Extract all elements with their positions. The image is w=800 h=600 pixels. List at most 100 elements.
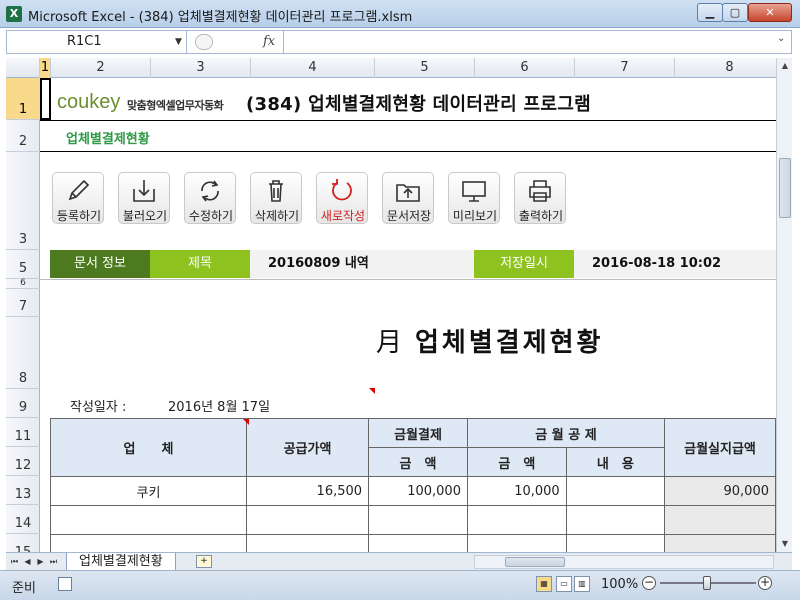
- save-document-button[interactable]: 문서저장: [382, 172, 434, 224]
- comment-indicator-icon[interactable]: [243, 419, 249, 425]
- cell-empty[interactable]: [565, 534, 666, 552]
- maximize-button[interactable]: ▢: [722, 3, 748, 22]
- row-header[interactable]: 1: [6, 78, 40, 120]
- insert-sheet-icon[interactable]: +: [196, 555, 212, 568]
- zoom-level[interactable]: 100%: [601, 577, 638, 592]
- sheet-tab[interactable]: 업체별결제현황: [66, 553, 176, 571]
- column-header[interactable]: 6: [475, 58, 575, 78]
- worksheet[interactable]: 1 2 3 4 5 6 7 8 1 2 3 5 6 7 8 9 11 12 13…: [6, 58, 776, 552]
- cell-deduction-content[interactable]: [565, 476, 666, 506]
- new-document-button[interactable]: 새로작성: [316, 172, 368, 224]
- vertical-scroll-thumb[interactable]: [779, 158, 791, 218]
- logo-tagline: 맞춤형엑셀업무자동화: [127, 99, 224, 112]
- comment-indicator-icon[interactable]: [369, 388, 375, 394]
- normal-view-icon[interactable]: ▦: [536, 576, 552, 592]
- cell-empty[interactable]: [466, 534, 567, 552]
- excel-app-icon[interactable]: X: [6, 6, 22, 22]
- preview-button[interactable]: 미리보기: [448, 172, 500, 224]
- cell-deduction-amount[interactable]: 10,000: [466, 476, 567, 506]
- first-sheet-icon[interactable]: ⏮: [8, 553, 21, 571]
- load-button[interactable]: 불러오기: [118, 172, 170, 224]
- save-document-label: 문서저장: [386, 209, 432, 223]
- last-sheet-icon[interactable]: ⏭: [47, 553, 60, 571]
- cell-empty[interactable]: [245, 505, 370, 535]
- print-button[interactable]: 출력하기: [514, 172, 566, 224]
- payment-table: 업 체 공급가액 금월결제 금 월 공 제 금월실지급액 금 액 금 액 내 용…: [50, 418, 776, 552]
- header-supply-amount: 공급가액: [245, 418, 370, 477]
- vertical-scrollbar[interactable]: ▲ ▼: [776, 58, 792, 552]
- logo-brand: cou: [57, 91, 90, 113]
- scroll-down-icon[interactable]: ▼: [777, 536, 793, 552]
- formula-options-icon[interactable]: [195, 34, 213, 50]
- row-header[interactable]: 13: [6, 476, 40, 505]
- row-header[interactable]: 11: [6, 418, 40, 447]
- column-header[interactable]: 4: [251, 58, 375, 78]
- register-button[interactable]: 등록하기: [52, 172, 104, 224]
- column-header[interactable]: 7: [575, 58, 675, 78]
- cell-empty[interactable]: [565, 505, 666, 535]
- select-all-corner[interactable]: [6, 58, 40, 78]
- cell-empty[interactable]: [368, 534, 468, 552]
- zoom-out-icon[interactable]: −: [642, 576, 656, 590]
- row-header[interactable]: 9: [6, 389, 40, 418]
- horizontal-scrollbar[interactable]: [474, 555, 774, 569]
- cell-empty[interactable]: [466, 505, 567, 535]
- page-layout-view-icon[interactable]: ▭: [556, 576, 572, 592]
- edit-button[interactable]: 수정하기: [184, 172, 236, 224]
- prev-sheet-icon[interactable]: ◀: [21, 553, 34, 571]
- column-header[interactable]: 3: [151, 58, 251, 78]
- saved-at-value[interactable]: 2016-08-18 10:02: [592, 250, 721, 278]
- cell-empty[interactable]: [368, 505, 468, 535]
- page-break-view-icon[interactable]: ▥: [574, 576, 590, 592]
- horizontal-scroll-thumb[interactable]: [505, 557, 565, 567]
- column-header[interactable]: 2: [51, 58, 151, 78]
- row-header[interactable]: 5: [6, 250, 40, 279]
- zoom-in-icon[interactable]: +: [758, 576, 772, 590]
- cell-empty[interactable]: [664, 534, 776, 552]
- header-monthly-payment: 금월결제: [368, 418, 468, 448]
- cell-net-payment[interactable]: 90,000: [664, 476, 776, 506]
- cell-empty[interactable]: [50, 534, 247, 552]
- title-field-value[interactable]: 20160809 내역: [268, 250, 369, 278]
- active-cell-cursor[interactable]: [40, 78, 51, 120]
- row-header[interactable]: 12: [6, 447, 40, 476]
- close-button[interactable]: ✕: [748, 3, 792, 22]
- row-header[interactable]: 3: [6, 152, 40, 250]
- next-sheet-icon[interactable]: ▶: [34, 553, 47, 571]
- macro-record-icon[interactable]: [58, 577, 72, 591]
- sheet-content[interactable]: coukey 맞춤형엑셀업무자동화 (384) 업체별결제현황 데이터관리 프로…: [40, 78, 776, 552]
- cell-empty[interactable]: [50, 505, 247, 535]
- column-header[interactable]: 5: [375, 58, 475, 78]
- row-header[interactable]: 8: [6, 317, 40, 389]
- row-header[interactable]: 14: [6, 505, 40, 534]
- chevron-down-icon[interactable]: ▼: [175, 32, 182, 52]
- cell-empty[interactable]: [245, 534, 370, 552]
- row-header[interactable]: 7: [6, 289, 40, 317]
- header-payment-amount: 금 액: [368, 447, 468, 477]
- trash-icon: [269, 180, 283, 202]
- cell-empty[interactable]: [664, 505, 776, 535]
- delete-button[interactable]: 삭제하기: [250, 172, 302, 224]
- cell-company[interactable]: 쿠키: [50, 476, 247, 506]
- title-field-label: 제목: [150, 250, 250, 278]
- row-header[interactable]: 2: [6, 120, 40, 152]
- status-ready: 준비: [12, 581, 36, 596]
- date-value[interactable]: 2016년 8월 17일: [168, 396, 270, 415]
- program-title: (384) 업체별결제현황 데이터관리 프로그램: [246, 94, 591, 115]
- column-header[interactable]: 1: [40, 58, 51, 78]
- header-deduction-amount: 금 액: [466, 447, 567, 477]
- minimize-button[interactable]: ▁: [697, 3, 723, 22]
- cell-supply-amount[interactable]: 16,500: [245, 476, 370, 506]
- scroll-up-icon[interactable]: ▲: [777, 58, 793, 74]
- expand-formula-bar-icon[interactable]: ⌄: [777, 33, 785, 44]
- doc-info-label: 문서 정보: [50, 250, 150, 278]
- column-header[interactable]: 8: [675, 58, 776, 78]
- coukey-logo: coukey: [57, 91, 120, 114]
- insert-function-icon[interactable]: fx: [263, 34, 275, 49]
- name-box[interactable]: R1C1: [7, 31, 187, 53]
- cell-payment-amount[interactable]: 100,000: [368, 476, 468, 506]
- load-label: 불러오기: [122, 209, 168, 223]
- zoom-slider-thumb[interactable]: [703, 576, 711, 590]
- row-header[interactable]: 15: [6, 534, 40, 552]
- row-header[interactable]: 6: [6, 278, 40, 289]
